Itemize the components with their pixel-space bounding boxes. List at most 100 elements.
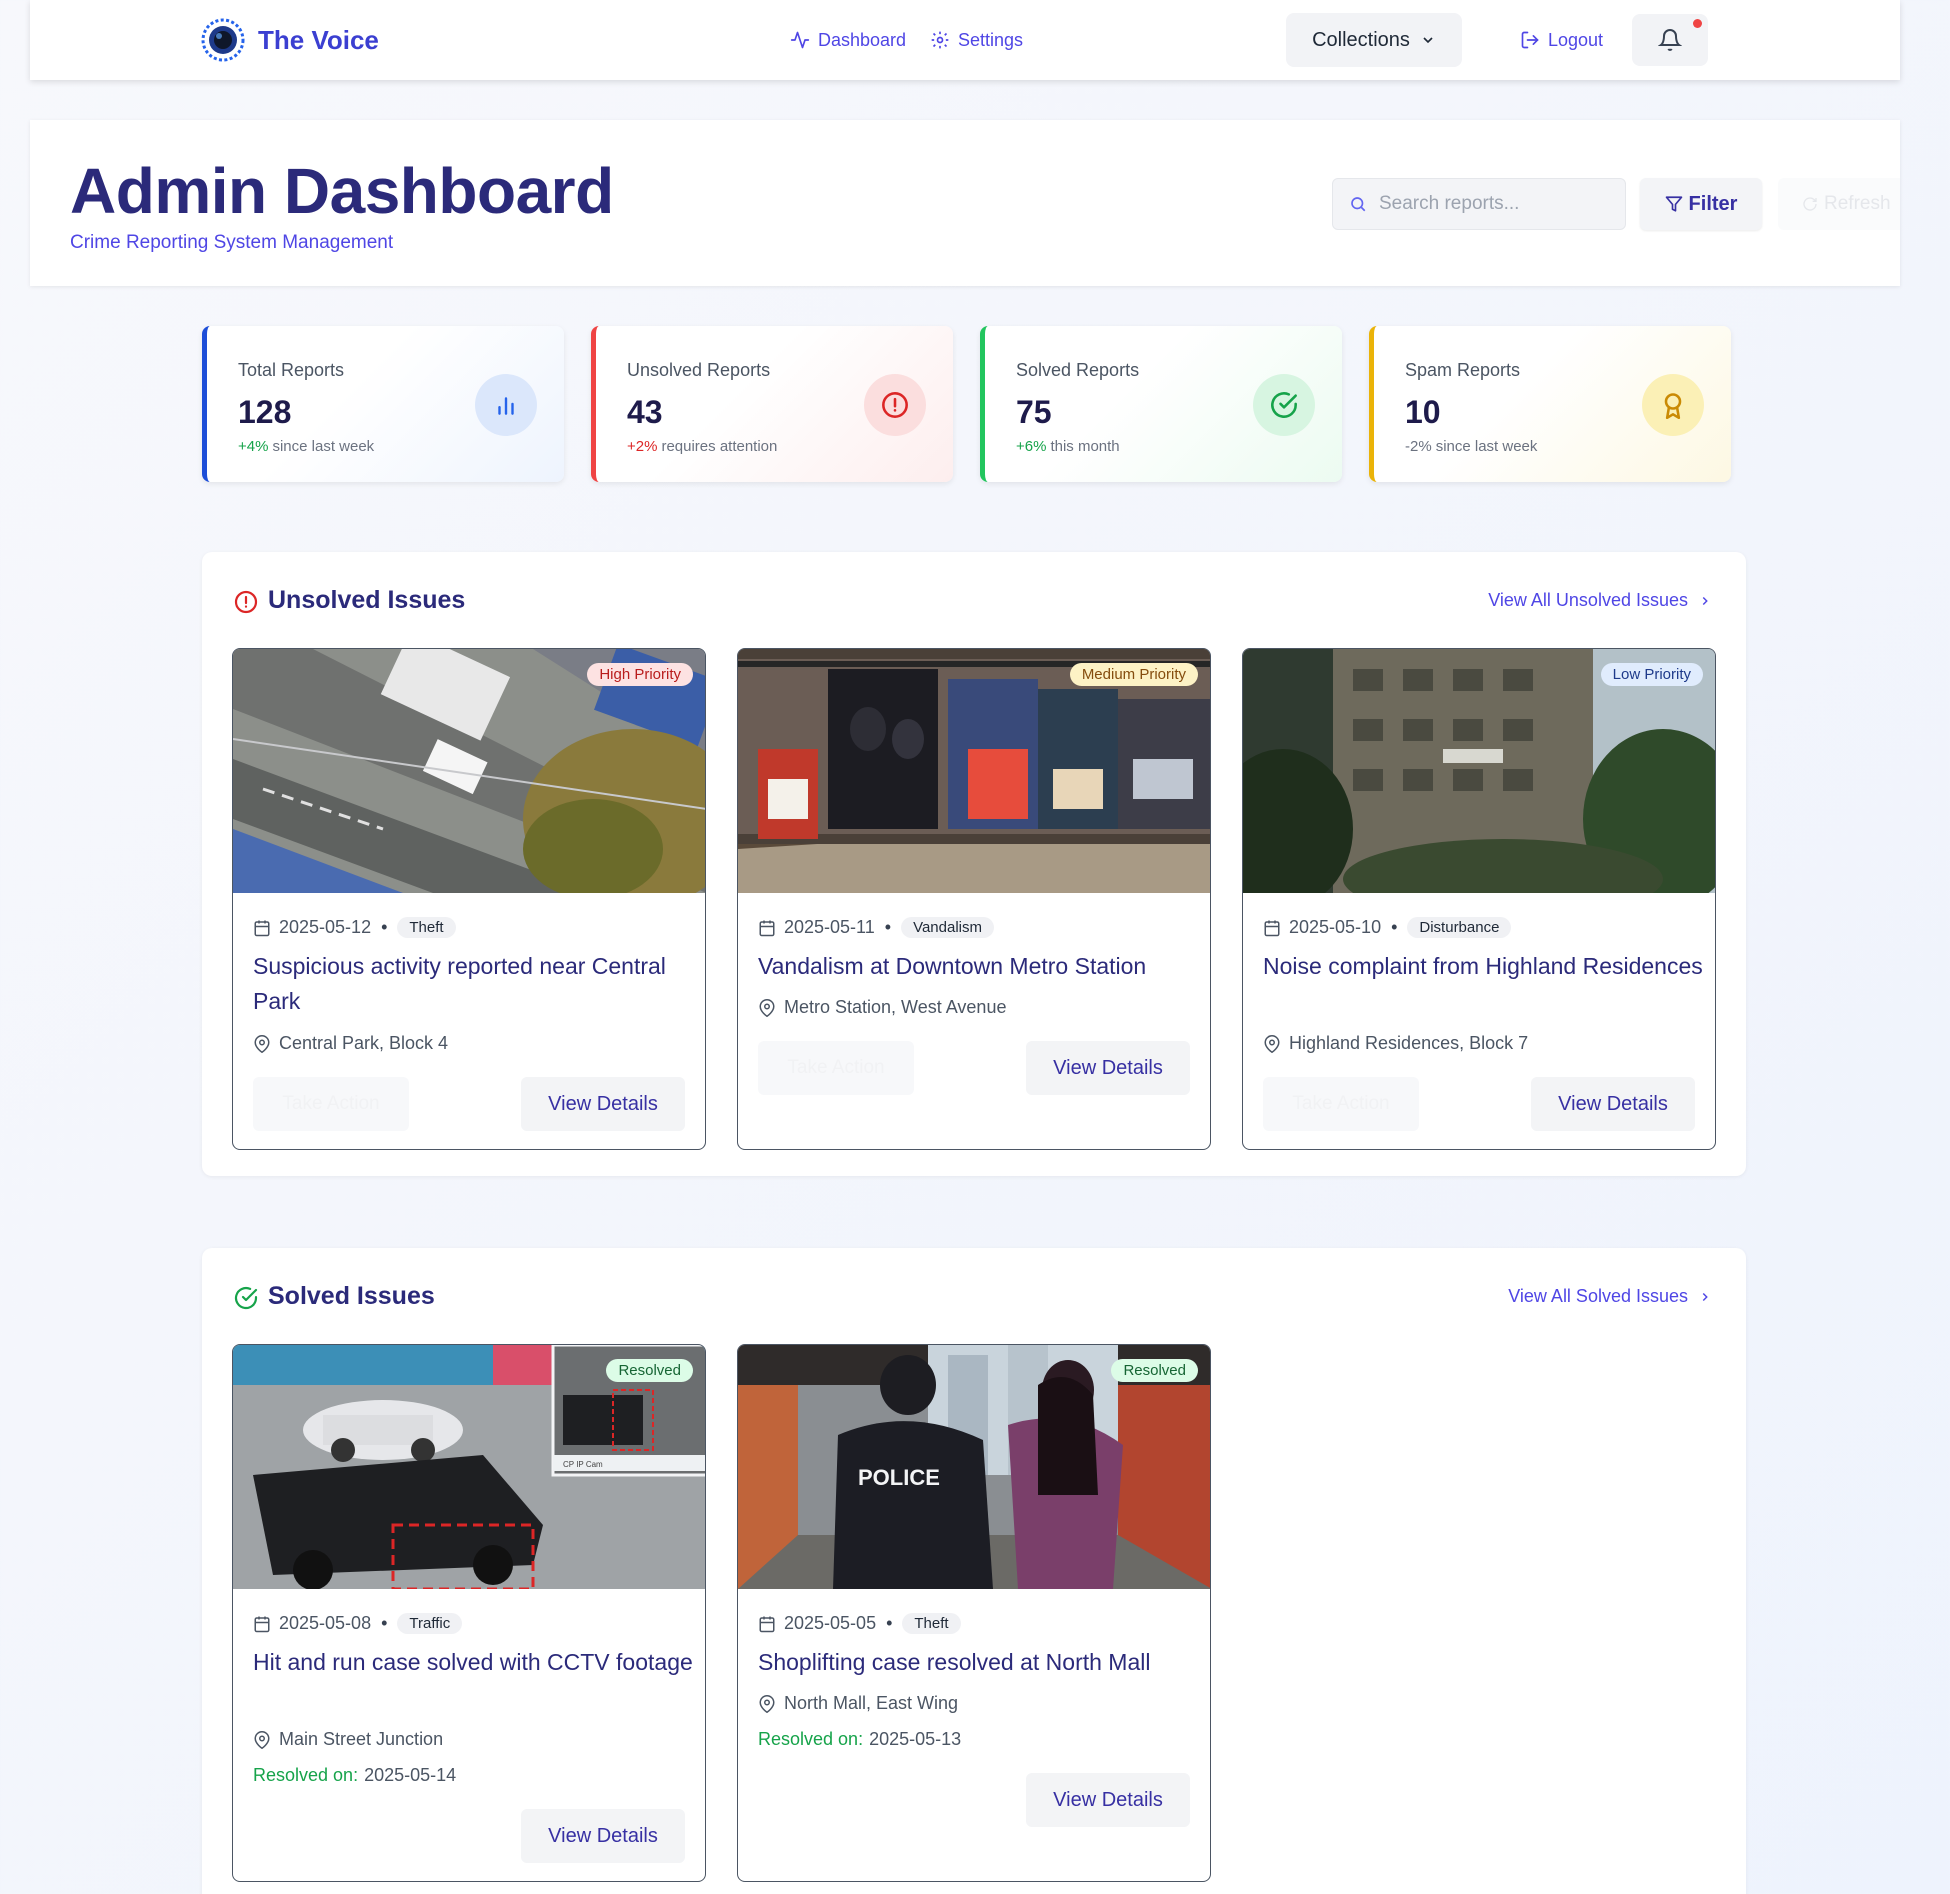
stat-change: -2% since last week <box>1405 438 1537 455</box>
issue-location-text: Metro Station, West Avenue <box>784 997 1007 1017</box>
section-title: Unsolved Issues <box>268 586 466 614</box>
filter-label: Filter <box>1688 192 1738 215</box>
map-pin-icon <box>1264 1034 1280 1053</box>
nav-settings[interactable]: Settings <box>930 22 1023 58</box>
section-title: Solved Issues <box>268 1282 435 1310</box>
calendar-icon <box>254 1616 270 1632</box>
priority-badge: Medium Priority <box>1069 663 1198 686</box>
category-chip: Traffic <box>397 1613 463 1634</box>
issue-location-text: Main Street Junction <box>279 1729 444 1749</box>
chevron-right-icon <box>1702 1292 1708 1301</box>
filter-button[interactable]: Filter <box>1640 178 1762 230</box>
issue-image: High Priority <box>233 649 705 893</box>
activity-icon <box>790 31 810 49</box>
stat-icon-wrap <box>1642 374 1704 436</box>
issue-title[interactable]: Suspicious activity reported near Centra… <box>253 949 693 1019</box>
view-all-solved-link[interactable]: View All Solved Issues <box>1508 1286 1712 1307</box>
issue-meta: 2025-05-05 • Theft <box>758 1613 961 1634</box>
solved-issues-section: Solved Issues View All Solved Issues CP … <box>202 1248 1746 1894</box>
resolved-date-value: 2025-05-14 <box>364 1765 457 1785</box>
resolved-date: Resolved on: 2025-05-14 <box>253 1765 456 1786</box>
calendar-icon <box>759 920 775 936</box>
view-details-button[interactable]: View Details <box>521 1809 685 1863</box>
stat-value: 10 <box>1405 394 1441 430</box>
stat-change: +6% this month <box>1016 438 1120 455</box>
view-details-button[interactable]: View Details <box>1531 1077 1695 1131</box>
nav-collections-label: Collections <box>1312 28 1410 51</box>
view-all-unsolved-label: View All Unsolved Issues <box>1488 590 1688 610</box>
notification-dot <box>1693 19 1702 28</box>
unsolved-issues-section: Unsolved Issues View All Unsolved Issues… <box>202 552 1746 1176</box>
calendar-icon <box>1264 920 1280 936</box>
issue-title[interactable]: Shoplifting case resolved at North Mall <box>758 1645 1198 1680</box>
brand-name: The Voice <box>258 24 379 55</box>
take-action-button[interactable]: Take Action <box>1263 1077 1419 1131</box>
issue-image: Low Priority <box>1243 649 1715 893</box>
view-details-button[interactable]: View Details <box>1026 1041 1190 1095</box>
stat-icon-wrap <box>864 374 926 436</box>
issue-location: Metro Station, West Avenue <box>758 997 1006 1018</box>
award-icon <box>1664 393 1682 419</box>
issue-date: 2025-05-08 <box>279 1613 372 1633</box>
refresh-label: Refresh <box>1824 193 1891 214</box>
issue-meta: 2025-05-10 • Disturbance <box>1263 917 1512 938</box>
status-badge: Resolved <box>606 1359 693 1382</box>
resolved-label: Resolved on: <box>253 1765 359 1785</box>
brand[interactable]: The Voice <box>200 17 379 63</box>
stat-note: requires attention <box>661 438 778 455</box>
nav-logout[interactable]: Logout <box>1520 22 1603 58</box>
issue-meta: 2025-05-11 • Vandalism <box>758 917 994 938</box>
view-all-unsolved-link[interactable]: View All Unsolved Issues <box>1488 590 1712 611</box>
stat-icon-wrap <box>475 374 537 436</box>
issue-location-text: Highland Residences, Block 7 <box>1289 1033 1529 1053</box>
issue-title[interactable]: Vandalism at Downtown Metro Station <box>758 949 1198 984</box>
nav-collections-dropdown[interactable]: Collections <box>1286 13 1462 67</box>
stat-value: 75 <box>1016 394 1052 430</box>
stat-icon-wrap <box>1253 374 1315 436</box>
category-chip: Theft <box>902 1613 961 1634</box>
resolved-date: Resolved on: 2025-05-13 <box>758 1729 961 1750</box>
calendar-icon <box>759 1616 775 1632</box>
priority-badge: High Priority <box>587 663 693 686</box>
take-action-button[interactable]: Take Action <box>758 1041 914 1095</box>
stat-value: 128 <box>238 394 292 430</box>
stat-card-total: Total Reports 128 +4% since last week <box>202 326 564 482</box>
alert-circle-icon <box>882 392 908 418</box>
priority-badge: Low Priority <box>1600 663 1703 686</box>
map-pin-icon <box>759 1694 775 1713</box>
issue-location: Central Park, Block 4 <box>253 1033 448 1054</box>
issue-date: 2025-05-11 <box>784 917 875 937</box>
calendar-icon <box>254 920 270 936</box>
stat-note: since last week <box>1435 438 1538 455</box>
map-pin-icon <box>759 998 775 1017</box>
take-action-button[interactable]: Take Action <box>253 1077 409 1131</box>
stat-delta: +6% <box>1016 438 1047 455</box>
stat-label: Unsolved Reports <box>627 360 771 380</box>
search-box[interactable] <box>1332 178 1626 230</box>
stat-card-spam: Spam Reports 10 -2% since last week <box>1369 326 1731 482</box>
alert-circle-icon <box>234 590 258 614</box>
top-navbar: The Voice Dashboard Settings Collections… <box>30 0 1900 80</box>
stat-label: Solved Reports <box>1016 360 1140 380</box>
issue-title[interactable]: Hit and run case solved with CCTV footag… <box>253 1645 693 1680</box>
nav-dashboard[interactable]: Dashboard <box>790 22 906 58</box>
view-details-button[interactable]: View Details <box>521 1077 685 1131</box>
stat-delta: -2% <box>1405 438 1432 455</box>
issue-card: POLICE Resolved 2025-05-05 • Theft Shopl… <box>737 1344 1211 1882</box>
view-details-button[interactable]: View Details <box>1026 1773 1190 1827</box>
issue-location: Main Street Junction <box>253 1729 443 1750</box>
issue-location-text: North Mall, East Wing <box>784 1693 959 1713</box>
category-chip: Theft <box>397 917 456 938</box>
issue-meta: 2025-05-12 • Theft <box>253 917 456 938</box>
issue-image: Medium Priority <box>738 649 1210 893</box>
stat-change: +2% requires attention <box>627 438 777 455</box>
cctv-caption: CP IP Cam <box>563 1460 603 1469</box>
search-input[interactable] <box>1379 193 1599 215</box>
notifications-button[interactable] <box>1632 14 1708 66</box>
refresh-button[interactable]: Refresh <box>1778 178 1900 230</box>
refresh-icon <box>1803 197 1817 211</box>
resolved-date-value: 2025-05-13 <box>869 1729 962 1749</box>
brand-logo-icon <box>201 18 245 62</box>
issue-title[interactable]: Noise complaint from Highland Residences <box>1263 949 1703 984</box>
category-chip: Disturbance <box>1407 917 1512 938</box>
